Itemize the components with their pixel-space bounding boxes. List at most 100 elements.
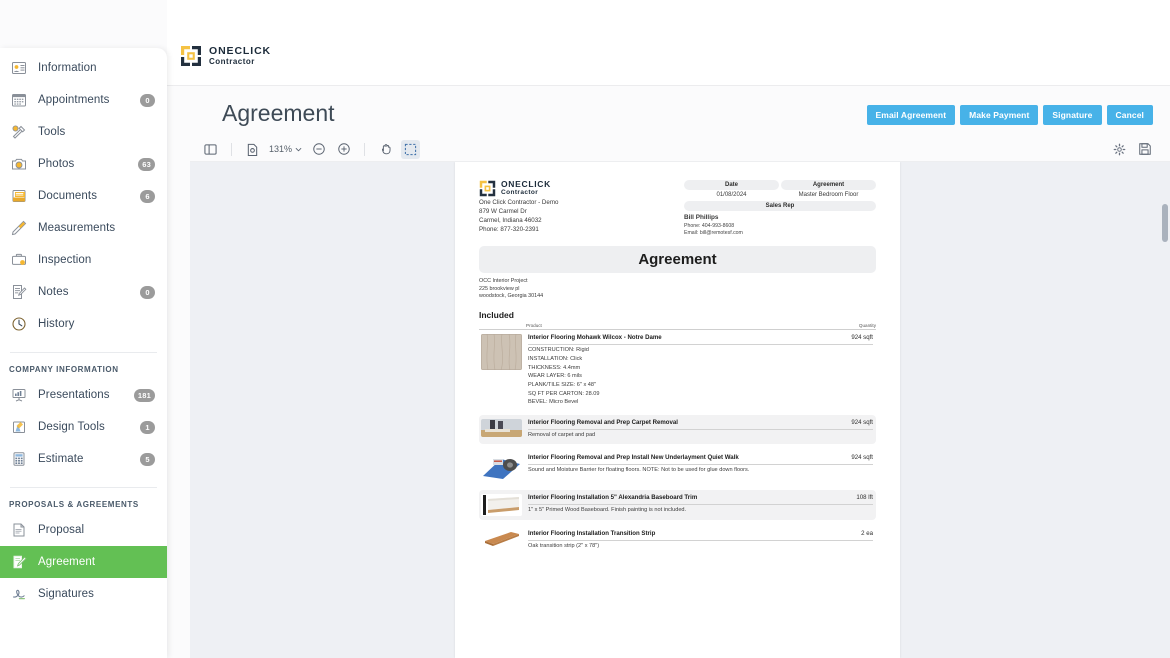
toolbar-separator: [231, 142, 232, 156]
sidebar-item-presentations[interactable]: Presentations 181: [0, 379, 167, 411]
design-tools-icon: [9, 417, 29, 437]
cancel-button[interactable]: Cancel: [1106, 105, 1153, 125]
table-row: Interior Flooring Removal and Prep Insta…: [479, 450, 876, 484]
line-item-top: Interior Flooring Installation 5" Alexan…: [528, 494, 873, 503]
pdf-viewer[interactable]: ONECLICK Contractor One Click Contractor…: [190, 162, 1170, 658]
hand-tool-icon[interactable]: [376, 140, 395, 159]
sidebar-item-tools[interactable]: Tools: [0, 116, 167, 148]
meta-date-cell: Date 01/08/2024: [684, 180, 779, 201]
sidebar-group-title-company: COMPANY INFORMATION: [9, 365, 119, 374]
sidebar-item-label: Notes: [38, 286, 69, 298]
sidebar-proposals-group: Proposal Agreement Signatures: [0, 514, 167, 616]
document-icon: [9, 520, 29, 540]
calculator-icon: [9, 449, 29, 469]
sidebar-item-information[interactable]: Information: [0, 52, 167, 84]
sidebar-item-history[interactable]: History: [0, 308, 167, 340]
sidebar-badge: 0: [140, 285, 155, 299]
document-meta-block: Date 01/08/2024 Agreement Master Bedroom…: [684, 180, 876, 238]
line-item-rule: [528, 503, 873, 505]
camera-icon: [9, 154, 29, 174]
sidebar-company-group: Presentations 181 Design Tools 1 Estimat…: [0, 379, 167, 481]
table-row: Interior Flooring Installation 5" Alexan…: [479, 489, 876, 520]
sidebar-item-measurements[interactable]: Measurements: [0, 212, 167, 244]
sidebar-item-label: History: [38, 318, 75, 330]
project-city: woodstock, Georgia 30144: [479, 293, 544, 300]
sidebar-item-notes[interactable]: Notes 0: [0, 276, 167, 308]
sidebar-item-agreement[interactable]: Agreement: [0, 546, 167, 578]
make-payment-button[interactable]: Make Payment: [960, 105, 1039, 125]
table-row: Interior Flooring Installation Transitio…: [479, 526, 876, 555]
page-title: Agreement: [222, 100, 335, 126]
email-agreement-button[interactable]: Email Agreement: [866, 105, 956, 125]
sidebar-item-signatures[interactable]: Signatures: [0, 578, 167, 610]
zoom-out-icon[interactable]: [309, 140, 328, 159]
line-item-rule: [528, 343, 873, 345]
clock-icon: [9, 314, 29, 334]
calendar-icon: [9, 90, 29, 110]
app-root: ONECLICK Contractor Agreement Email Agre…: [0, 0, 1170, 658]
signature-icon: [9, 584, 29, 604]
page-view-icon[interactable]: [243, 140, 262, 159]
line-item-name: Interior Flooring Installation Transitio…: [528, 529, 656, 537]
sales-rep-name: Bill Phillips: [684, 214, 719, 221]
id-card-icon: [9, 58, 29, 78]
save-icon[interactable]: [1135, 140, 1154, 159]
line-item-rule: [528, 463, 873, 465]
meta-date-value: 01/08/2024: [716, 192, 747, 198]
sidebar-item-label: Tools: [38, 126, 66, 138]
sidebar-item-label: Signatures: [38, 588, 94, 600]
panel-toggle-icon[interactable]: [201, 140, 220, 159]
line-item-top: Interior Flooring Removal and Prep Carpe…: [528, 419, 873, 428]
sidebar-item-label: Proposal: [38, 524, 85, 536]
meta-agreement-label: Agreement: [781, 180, 876, 190]
line-item-top: Interior Flooring Removal and Prep Insta…: [528, 454, 873, 463]
briefcase-icon: [9, 250, 29, 270]
signature-button[interactable]: Signature: [1043, 105, 1102, 125]
sales-rep-details: Bill Phillips Phone: 404-993-8608 Email:…: [684, 213, 876, 238]
zoom-level-dropdown[interactable]: 131%: [269, 144, 302, 154]
line-item-body: Interior Flooring Removal and Prep Carpe…: [528, 419, 873, 440]
sales-rep-email: Email: bill@remotesf.com: [684, 230, 743, 237]
marquee-select-icon[interactable]: [401, 139, 421, 159]
line-item-spec: Oak transition strip (2" x 78"): [528, 543, 600, 550]
gear-icon[interactable]: [1110, 140, 1129, 159]
line-item-body: Interior Flooring Removal and Prep Insta…: [528, 454, 873, 480]
company-address-line-1: One Click Contractor - Demo: [479, 199, 559, 206]
column-header-product: Product: [526, 322, 542, 328]
meta-date-label: Date: [684, 180, 779, 190]
vertical-scrollbar[interactable]: [1162, 204, 1168, 242]
zoom-in-icon[interactable]: [334, 140, 353, 159]
sidebar-item-proposal[interactable]: Proposal: [0, 514, 167, 546]
line-item-name: Interior Flooring Removal and Prep Insta…: [528, 453, 739, 461]
brand-bar: ONECLICK Contractor: [167, 0, 1170, 86]
app-logo[interactable]: ONECLICK Contractor: [180, 45, 271, 67]
table-row: Interior Flooring Removal and Prep Carpe…: [479, 414, 876, 444]
line-item-rule: [528, 539, 873, 541]
line-item-quantity: 924 sqft: [851, 453, 873, 461]
line-item-top: Interior Flooring Installation Transitio…: [528, 530, 873, 539]
line-item-spec: THICKNESS: 4.4mm: [528, 364, 581, 371]
table-row: Interior Flooring Mohawk Wilcox - Notre …: [479, 330, 876, 411]
sidebar-primary-group: Information Appointments 0 Tools Photos …: [0, 48, 167, 346]
underlayment-roll-thumb: [481, 453, 522, 480]
folder-icon: [9, 186, 29, 206]
sidebar-badge: 63: [138, 157, 155, 171]
sidebar-item-appointments[interactable]: Appointments 0: [0, 84, 167, 116]
document-brand-top: ONECLICK: [501, 179, 551, 190]
included-section-title: Included: [479, 309, 514, 320]
sidebar-item-inspection[interactable]: Inspection: [0, 244, 167, 276]
sidebar-item-label: Presentations: [38, 389, 110, 401]
document-company-address: One Click Contractor - Demo 879 W Carmel…: [479, 199, 558, 235]
sidebar-item-estimate[interactable]: Estimate 5: [0, 443, 167, 475]
line-item-spec: 1" x 5" Primed Wood Baseboard. Finish pa…: [528, 507, 687, 514]
sidebar-item-design-tools[interactable]: Design Tools 1: [0, 411, 167, 443]
line-item-spec: WEAR LAYER: 6 mils: [528, 373, 582, 380]
pdf-page: ONECLICK Contractor One Click Contractor…: [455, 162, 900, 658]
line-item-spec: CONSTRUCTION: Rigid: [528, 347, 589, 354]
line-item-name: Interior Flooring Installation 5" Alexan…: [528, 493, 698, 501]
meta-agreement-value: Master Bedroom Floor: [798, 192, 859, 198]
ruler-icon: [9, 218, 29, 238]
sidebar-item-documents[interactable]: Documents 6: [0, 180, 167, 212]
company-phone: Phone: 877-320-2391: [479, 225, 539, 233]
sidebar-item-photos[interactable]: Photos 63: [0, 148, 167, 180]
